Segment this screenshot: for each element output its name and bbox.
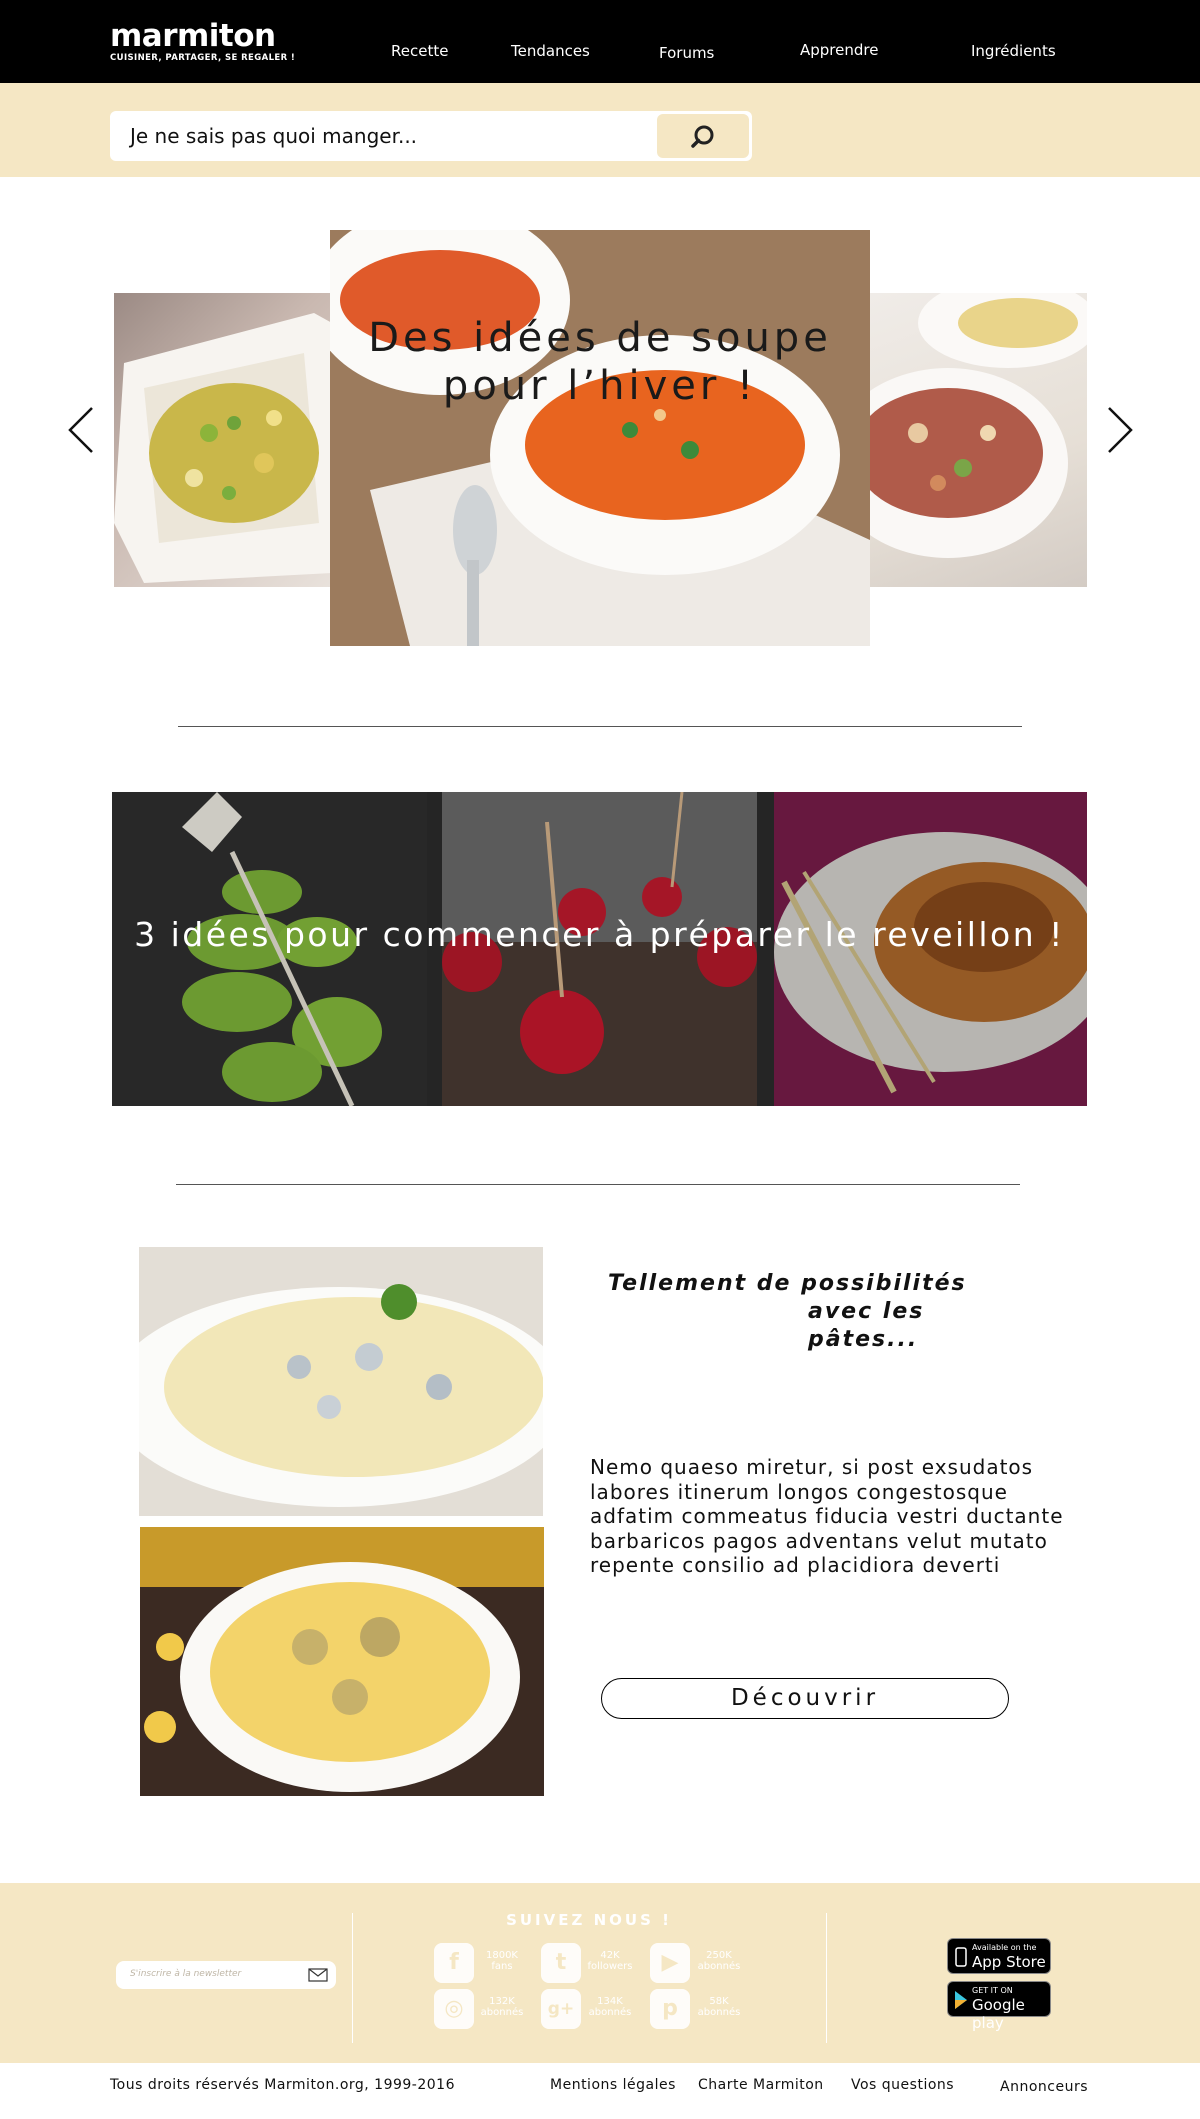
- twitter-unit: followers: [587, 1961, 633, 1972]
- copyright-text: Tous droits réservés Marmiton.org, 1999-…: [110, 2077, 455, 2093]
- chevron-right-icon[interactable]: [1099, 400, 1139, 460]
- search-band: Je ne sais pas quoi manger...: [0, 83, 1200, 177]
- app-store-small: Available on the: [972, 1943, 1037, 1952]
- google-plus-icon[interactable]: g+: [541, 1989, 581, 2029]
- youtube-count: 250K: [706, 1950, 732, 1961]
- newsletter-email-field[interactable]: S'inscrire à la newsletter: [116, 1961, 336, 1989]
- twitter-glyph: t: [555, 1950, 567, 1975]
- nav-item-apprendre[interactable]: Apprendre: [800, 41, 878, 59]
- google-plus-unit: abonnés: [588, 2007, 632, 2018]
- instagram-count: 132K: [489, 1996, 515, 2007]
- newsletter-placeholder: S'inscrire à la newsletter: [130, 1969, 242, 1979]
- google-play-badge[interactable]: GET IT ON Google play: [947, 1981, 1051, 2032]
- reveillon-caption: 3 idées pour commencer à préparer le rev…: [134, 915, 1065, 954]
- google-play-icon: [955, 1991, 967, 2009]
- logo-tagline: CUISINER, PARTAGER, SE REGALER !: [110, 53, 296, 63]
- vegetable-soup-image: [114, 313, 332, 583]
- youtube-unit: abonnés: [697, 1961, 741, 1972]
- pasta-plate-1: [139, 1247, 543, 1516]
- pinterest-glyph: p: [662, 1996, 678, 2021]
- rigatoni-artichoke-image[interactable]: [140, 1527, 544, 1796]
- youtube-stat: 250K abonnés: [694, 1950, 744, 1972]
- carousel-slide-active[interactable]: Des idées de soupe pour l’hiver !: [330, 230, 870, 646]
- section-divider: [176, 1184, 1020, 1185]
- instagram-stat: 132K abonnés: [477, 1996, 527, 2018]
- soup-caption: Des idées de soupe pour l’hiver !: [330, 314, 870, 410]
- minestrone-soup-image: [868, 293, 1087, 558]
- link-annonceurs[interactable]: Annonceurs: [1000, 2079, 1088, 2095]
- pasta-plate-2: [140, 1527, 544, 1796]
- instagram-glyph: ◎: [444, 1996, 464, 2021]
- carousel-slide-next[interactable]: [868, 293, 1087, 587]
- pinterest-unit: abonnés: [697, 2007, 741, 2018]
- google-plus-stat: 134K abonnés: [585, 1996, 635, 2018]
- pinterest-stat: 58K abonnés: [694, 1996, 744, 2018]
- pinterest-icon[interactable]: p: [650, 1989, 690, 2029]
- facebook-count: 1800K: [485, 1950, 518, 1961]
- instagram-icon[interactable]: ◎: [434, 1989, 474, 2029]
- marmiton-logo[interactable]: marmiton CUISINER, PARTAGER, SE REGALER …: [110, 20, 295, 63]
- follow-us-title: SUIVEZ NOUS !: [506, 1911, 672, 1929]
- google-play-small: GET IT ON: [972, 1986, 1013, 1995]
- nav-item-ingredients[interactable]: Ingrédients: [971, 42, 1056, 60]
- pasta-section-title: Tellement de possibilités avec les pâtes…: [580, 1270, 1020, 1354]
- youtube-icon[interactable]: ▶: [650, 1943, 690, 1983]
- app-store-big: App Store: [972, 1953, 1046, 1971]
- search-input[interactable]: Je ne sais pas quoi manger...: [110, 111, 752, 161]
- discover-button[interactable]: Découvrir: [601, 1678, 1009, 1719]
- search-icon: [691, 125, 714, 148]
- reveillon-banner[interactable]: 3 idées pour commencer à préparer le rev…: [112, 792, 1087, 1106]
- footer: S'inscrire à la newsletter SUIVEZ NOUS !…: [0, 1883, 1200, 2063]
- soup-caption-line1: Des idées de soupe: [368, 315, 832, 361]
- google-plus-count: 134K: [597, 1996, 623, 2007]
- pasta-title-line1: Tellement de possibilités: [608, 1271, 967, 1296]
- facebook-stat: 1800K fans: [477, 1950, 527, 1972]
- facebook-glyph: f: [449, 1950, 459, 1975]
- pasta-title-line2: avec les pâtes...: [808, 1299, 925, 1352]
- section-divider: [178, 726, 1022, 727]
- nav-item-tendances[interactable]: Tendances: [511, 42, 590, 60]
- pasta-description: Nemo quaeso miretur, si post exsudatos l…: [590, 1455, 1064, 1577]
- tomato-soup-image: [330, 230, 870, 646]
- bottom-bar: Tous droits réservés Marmiton.org, 1999-…: [0, 2063, 1200, 2119]
- apple-icon: [955, 1947, 967, 1967]
- pinterest-count: 58K: [709, 1996, 729, 2007]
- facebook-unit: fans: [491, 1961, 513, 1972]
- link-mentions-legales[interactable]: Mentions légales: [550, 2077, 676, 2093]
- twitter-count: 42K: [600, 1950, 620, 1961]
- search-placeholder: Je ne sais pas quoi manger...: [130, 124, 418, 148]
- link-vos-questions[interactable]: Vos questions: [851, 2077, 954, 2093]
- link-charte-marmiton[interactable]: Charte Marmiton: [698, 2077, 824, 2093]
- logo-wordmark: marmiton: [110, 18, 276, 54]
- app-store-badge[interactable]: Available on the App Store: [947, 1938, 1051, 1974]
- youtube-glyph: ▶: [661, 1950, 679, 1975]
- pasta-gorgonzola-image[interactable]: [139, 1247, 543, 1516]
- nav-item-recette[interactable]: Recette: [391, 42, 448, 60]
- twitter-stat: 42K followers: [585, 1950, 635, 1972]
- carousel-slide-prev[interactable]: [114, 293, 332, 587]
- search-button[interactable]: [657, 114, 749, 158]
- google-plus-glyph: g+: [547, 1999, 575, 2019]
- soup-caption-line2: pour l’hiver !: [442, 363, 758, 409]
- footer-divider: [826, 1913, 827, 2043]
- facebook-icon[interactable]: f: [434, 1943, 474, 1983]
- twitter-icon[interactable]: t: [541, 1943, 581, 1983]
- google-play-big: Google play: [972, 1996, 1025, 2032]
- footer-divider: [352, 1913, 353, 2043]
- top-navigation-bar: marmiton CUISINER, PARTAGER, SE REGALER …: [0, 0, 1200, 83]
- envelope-icon[interactable]: [308, 1968, 328, 1982]
- nav-item-forums[interactable]: Forums: [659, 44, 714, 62]
- instagram-unit: abonnés: [480, 2007, 524, 2018]
- chevron-left-icon[interactable]: [62, 400, 102, 460]
